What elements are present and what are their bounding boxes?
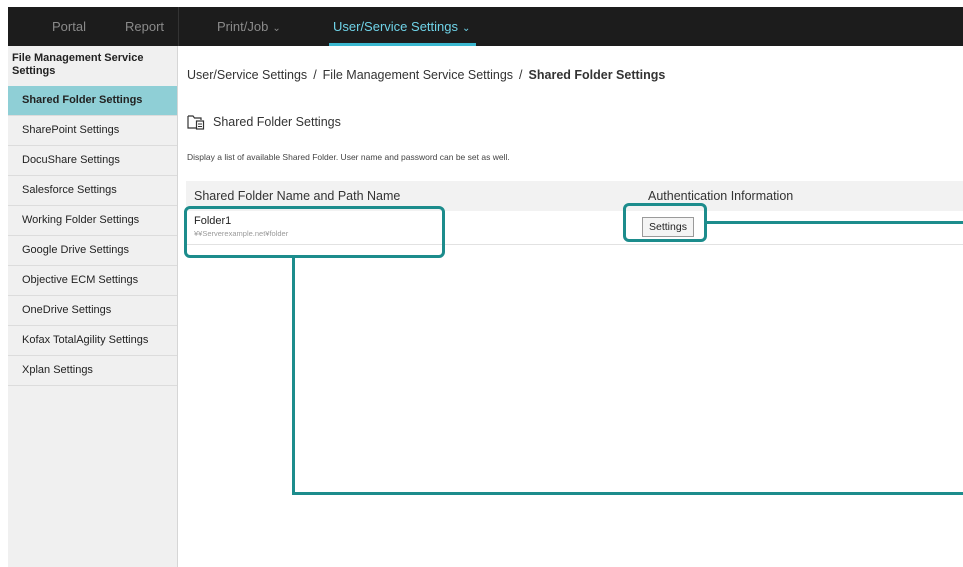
nav-print-job[interactable]: Print/Job ⌄	[217, 7, 281, 46]
shared-folder-icon	[187, 115, 205, 130]
breadcrumb: User/Service Settings / File Management Se…	[187, 68, 665, 82]
breadcrumb-separator: /	[313, 68, 317, 82]
sidebar-item-kofax[interactable]: Kofax TotalAgility Settings	[8, 326, 177, 356]
left-margin	[0, 0, 8, 567]
sidebar-item-xplan[interactable]: Xplan Settings	[8, 356, 177, 386]
app-window: Portal Report Print/Job ⌄ User/Service Se…	[8, 7, 963, 567]
nav-divider	[178, 7, 179, 46]
chevron-down-icon: ⌄	[272, 23, 281, 34]
table-row: Folder1 ¥¥Serverexample.net¥folder Setti…	[186, 211, 963, 245]
nav-portal[interactable]: Portal	[52, 7, 86, 46]
sidebar-heading: File Management Service Settings	[12, 52, 144, 77]
sidebar-item-salesforce[interactable]: Salesforce Settings	[8, 176, 177, 206]
sidebar-item-sharepoint[interactable]: SharePoint Settings	[8, 116, 177, 146]
nav-report[interactable]: Report	[125, 7, 164, 46]
nav-print-job-label: Print/Job	[217, 19, 269, 34]
sidebar-item-shared-folder[interactable]: Shared Folder Settings	[8, 86, 177, 116]
sidebar-item-docushare[interactable]: DocuShare Settings	[8, 146, 177, 176]
page-title: Shared Folder Settings	[187, 114, 341, 130]
nav-user-service-settings[interactable]: User/Service Settings ⌄	[328, 7, 477, 46]
column-header-name: Shared Folder Name and Path Name	[194, 189, 401, 203]
chevron-down-icon: ⌄	[462, 23, 471, 34]
top-navigation-bar: Portal Report Print/Job ⌄ User/Service Se…	[8, 7, 963, 46]
sidebar-item-working-folder[interactable]: Working Folder Settings	[8, 206, 177, 236]
callout-connector-line	[292, 258, 295, 495]
breadcrumb-separator: /	[519, 68, 523, 82]
page-title-text: Shared Folder Settings	[213, 115, 341, 129]
shared-folder-table: Shared Folder Name and Path Name Authent…	[186, 181, 963, 245]
column-header-auth: Authentication Information	[648, 189, 794, 203]
table-header: Shared Folder Name and Path Name Authent…	[186, 181, 963, 211]
sidebar-item-objective-ecm[interactable]: Objective ECM Settings	[8, 266, 177, 296]
folder-name: Folder1	[194, 215, 232, 227]
breadcrumb-item-user-service-settings[interactable]: User/Service Settings	[187, 68, 307, 82]
callout-connector-line	[707, 221, 963, 224]
settings-button[interactable]: Settings	[642, 217, 694, 237]
sidebar: File Management Service Settings Shared …	[8, 46, 178, 567]
breadcrumb-current: Shared Folder Settings	[528, 68, 666, 82]
main-content: User/Service Settings / File Management Se…	[179, 46, 963, 567]
breadcrumb-item-file-management[interactable]: File Management Service Settings	[323, 68, 513, 82]
folder-path: ¥¥Serverexample.net¥folder	[194, 229, 289, 238]
page-description: Display a list of available Shared Folde…	[187, 152, 510, 162]
callout-connector-line	[292, 492, 963, 495]
sidebar-item-onedrive[interactable]: OneDrive Settings	[8, 296, 177, 326]
sidebar-item-google-drive[interactable]: Google Drive Settings	[8, 236, 177, 266]
nav-user-service-settings-label: User/Service Settings	[333, 19, 458, 34]
